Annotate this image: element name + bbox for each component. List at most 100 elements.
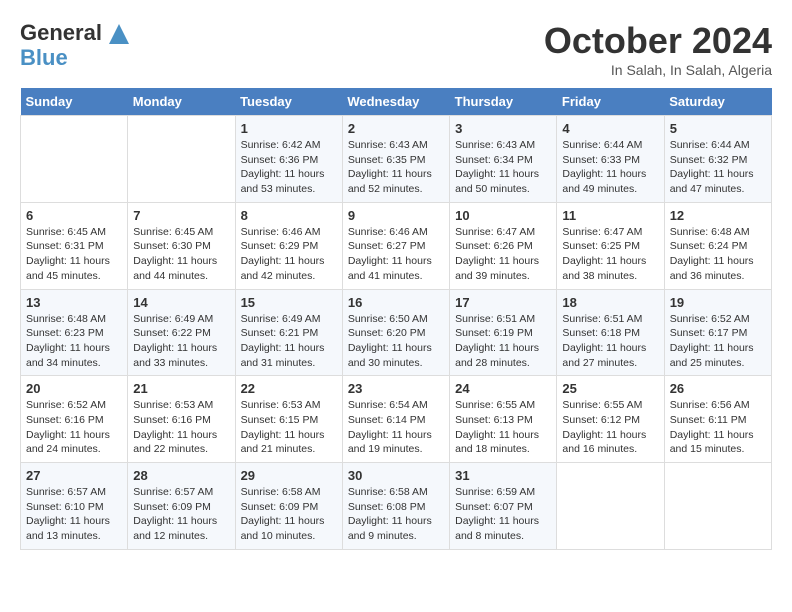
day-number: 30 xyxy=(348,468,444,483)
day-detail: Sunrise: 6:46 AMSunset: 6:27 PMDaylight:… xyxy=(348,225,444,284)
calendar-cell: 3 Sunrise: 6:43 AMSunset: 6:34 PMDaylight… xyxy=(450,116,557,203)
month-title: October 2024 xyxy=(544,20,772,62)
logo-icon xyxy=(105,20,133,48)
day-detail: Sunrise: 6:49 AMSunset: 6:22 PMDaylight:… xyxy=(133,312,229,371)
logo: General Blue xyxy=(20,20,133,70)
day-detail: Sunrise: 6:48 AMSunset: 6:23 PMDaylight:… xyxy=(26,312,122,371)
calendar-cell xyxy=(664,463,771,550)
title-block: October 2024 In Salah, In Salah, Algeria xyxy=(544,20,772,78)
day-number: 29 xyxy=(241,468,337,483)
day-number: 16 xyxy=(348,295,444,310)
location: In Salah, In Salah, Algeria xyxy=(544,62,772,78)
calendar-cell: 11Sunrise: 6:47 AMSunset: 6:25 PMDayligh… xyxy=(557,202,664,289)
day-number: 8 xyxy=(241,208,337,223)
day-number: 28 xyxy=(133,468,229,483)
logo-blue: Blue xyxy=(20,46,133,70)
day-number: 20 xyxy=(26,381,122,396)
day-detail: Sunrise: 6:47 AMSunset: 6:26 PMDaylight:… xyxy=(455,225,551,284)
day-detail: Sunrise: 6:44 AMSunset: 6:32 PMDaylight:… xyxy=(670,138,766,197)
day-detail: Sunrise: 6:46 AMSunset: 6:29 PMDaylight:… xyxy=(241,225,337,284)
calendar-cell: 1Sunrise: 6:42 AMSunset: 6:36 PMDaylight… xyxy=(235,116,342,203)
day-detail: Sunrise: 6:44 AMSunset: 6:33 PMDaylight:… xyxy=(562,138,658,197)
calendar-cell: 8 Sunrise: 6:46 AMSunset: 6:29 PMDaylight… xyxy=(235,202,342,289)
day-number: 6 xyxy=(26,208,122,223)
calendar-week-row: 20 Sunrise: 6:52 AMSunset: 6:16 PMDayligh… xyxy=(21,376,772,463)
day-detail: Sunrise: 6:55 AMSunset: 6:13 PMDaylight:… xyxy=(455,398,551,457)
calendar-cell xyxy=(557,463,664,550)
day-detail: Sunrise: 6:49 AMSunset: 6:21 PMDaylight:… xyxy=(241,312,337,371)
day-number: 13 xyxy=(26,295,122,310)
day-detail: Sunrise: 6:43 AMSunset: 6:35 PMDaylight:… xyxy=(348,138,444,197)
day-detail: Sunrise: 6:50 AMSunset: 6:20 PMDaylight:… xyxy=(348,312,444,371)
calendar-cell: 21Sunrise: 6:53 AMSunset: 6:16 PMDayligh… xyxy=(128,376,235,463)
calendar-table: SundayMondayTuesdayWednesdayThursdayFrid… xyxy=(20,88,772,550)
day-detail: Sunrise: 6:55 AMSunset: 6:12 PMDaylight:… xyxy=(562,398,658,457)
weekday-header: Sunday xyxy=(21,88,128,116)
day-number: 23 xyxy=(348,381,444,396)
day-detail: Sunrise: 6:43 AMSunset: 6:34 PMDaylight:… xyxy=(455,138,551,197)
day-number: 4 xyxy=(562,121,658,136)
day-number: 5 xyxy=(670,121,766,136)
day-detail: Sunrise: 6:57 AMSunset: 6:09 PMDaylight:… xyxy=(133,485,229,544)
day-detail: Sunrise: 6:54 AMSunset: 6:14 PMDaylight:… xyxy=(348,398,444,457)
day-number: 21 xyxy=(133,381,229,396)
weekday-header: Wednesday xyxy=(342,88,449,116)
day-detail: Sunrise: 6:51 AMSunset: 6:19 PMDaylight:… xyxy=(455,312,551,371)
calendar-week-row: 6 Sunrise: 6:45 AMSunset: 6:31 PMDaylight… xyxy=(21,202,772,289)
day-number: 3 xyxy=(455,121,551,136)
calendar-cell: 12 Sunrise: 6:48 AMSunset: 6:24 PMDayligh… xyxy=(664,202,771,289)
calendar-cell: 6 Sunrise: 6:45 AMSunset: 6:31 PMDaylight… xyxy=(21,202,128,289)
day-detail: Sunrise: 6:58 AMSunset: 6:09 PMDaylight:… xyxy=(241,485,337,544)
day-number: 12 xyxy=(670,208,766,223)
calendar-cell: 28 Sunrise: 6:57 AMSunset: 6:09 PMDayligh… xyxy=(128,463,235,550)
calendar-cell: 17Sunrise: 6:51 AMSunset: 6:19 PMDayligh… xyxy=(450,289,557,376)
calendar-cell: 15 Sunrise: 6:49 AMSunset: 6:21 PMDayligh… xyxy=(235,289,342,376)
day-detail: Sunrise: 6:57 AMSunset: 6:10 PMDaylight:… xyxy=(26,485,122,544)
day-number: 31 xyxy=(455,468,551,483)
day-number: 7 xyxy=(133,208,229,223)
calendar-cell: 23 Sunrise: 6:54 AMSunset: 6:14 PMDayligh… xyxy=(342,376,449,463)
calendar-cell: 13 Sunrise: 6:48 AMSunset: 6:23 PMDayligh… xyxy=(21,289,128,376)
calendar-cell: 18Sunrise: 6:51 AMSunset: 6:18 PMDayligh… xyxy=(557,289,664,376)
calendar-cell: 14 Sunrise: 6:49 AMSunset: 6:22 PMDayligh… xyxy=(128,289,235,376)
calendar-cell: 24Sunrise: 6:55 AMSunset: 6:13 PMDayligh… xyxy=(450,376,557,463)
calendar-cell: 22 Sunrise: 6:53 AMSunset: 6:15 PMDayligh… xyxy=(235,376,342,463)
day-detail: Sunrise: 6:59 AMSunset: 6:07 PMDaylight:… xyxy=(455,485,551,544)
calendar-cell: 9Sunrise: 6:46 AMSunset: 6:27 PMDaylight… xyxy=(342,202,449,289)
calendar-cell xyxy=(128,116,235,203)
calendar-cell: 5 Sunrise: 6:44 AMSunset: 6:32 PMDaylight… xyxy=(664,116,771,203)
calendar-cell: 30 Sunrise: 6:58 AMSunset: 6:08 PMDayligh… xyxy=(342,463,449,550)
day-detail: Sunrise: 6:53 AMSunset: 6:15 PMDaylight:… xyxy=(241,398,337,457)
day-number: 22 xyxy=(241,381,337,396)
calendar-cell: 16 Sunrise: 6:50 AMSunset: 6:20 PMDayligh… xyxy=(342,289,449,376)
day-number: 14 xyxy=(133,295,229,310)
calendar-week-row: 27 Sunrise: 6:57 AMSunset: 6:10 PMDayligh… xyxy=(21,463,772,550)
weekday-header-row: SundayMondayTuesdayWednesdayThursdayFrid… xyxy=(21,88,772,116)
calendar-cell: 2Sunrise: 6:43 AMSunset: 6:35 PMDaylight… xyxy=(342,116,449,203)
day-number: 19 xyxy=(670,295,766,310)
calendar-cell: 25 Sunrise: 6:55 AMSunset: 6:12 PMDayligh… xyxy=(557,376,664,463)
day-detail: Sunrise: 6:52 AMSunset: 6:16 PMDaylight:… xyxy=(26,398,122,457)
calendar-cell: 26Sunrise: 6:56 AMSunset: 6:11 PMDayligh… xyxy=(664,376,771,463)
day-number: 10 xyxy=(455,208,551,223)
weekday-header: Tuesday xyxy=(235,88,342,116)
day-number: 11 xyxy=(562,208,658,223)
day-detail: Sunrise: 6:58 AMSunset: 6:08 PMDaylight:… xyxy=(348,485,444,544)
logo-text: General xyxy=(20,20,133,48)
calendar-cell: 19Sunrise: 6:52 AMSunset: 6:17 PMDayligh… xyxy=(664,289,771,376)
calendar-cell: 4 Sunrise: 6:44 AMSunset: 6:33 PMDaylight… xyxy=(557,116,664,203)
day-detail: Sunrise: 6:42 AMSunset: 6:36 PMDaylight:… xyxy=(241,138,337,197)
calendar-cell xyxy=(21,116,128,203)
calendar-cell: 10 Sunrise: 6:47 AMSunset: 6:26 PMDayligh… xyxy=(450,202,557,289)
day-detail: Sunrise: 6:45 AMSunset: 6:31 PMDaylight:… xyxy=(26,225,122,284)
calendar-week-row: 13 Sunrise: 6:48 AMSunset: 6:23 PMDayligh… xyxy=(21,289,772,376)
calendar-cell: 31 Sunrise: 6:59 AMSunset: 6:07 PMDayligh… xyxy=(450,463,557,550)
day-detail: Sunrise: 6:48 AMSunset: 6:24 PMDaylight:… xyxy=(670,225,766,284)
calendar-cell: 27 Sunrise: 6:57 AMSunset: 6:10 PMDayligh… xyxy=(21,463,128,550)
day-number: 15 xyxy=(241,295,337,310)
page-header: General Blue October 2024 In Salah, In S… xyxy=(20,20,772,78)
day-number: 18 xyxy=(562,295,658,310)
day-number: 27 xyxy=(26,468,122,483)
day-number: 25 xyxy=(562,381,658,396)
weekday-header: Friday xyxy=(557,88,664,116)
